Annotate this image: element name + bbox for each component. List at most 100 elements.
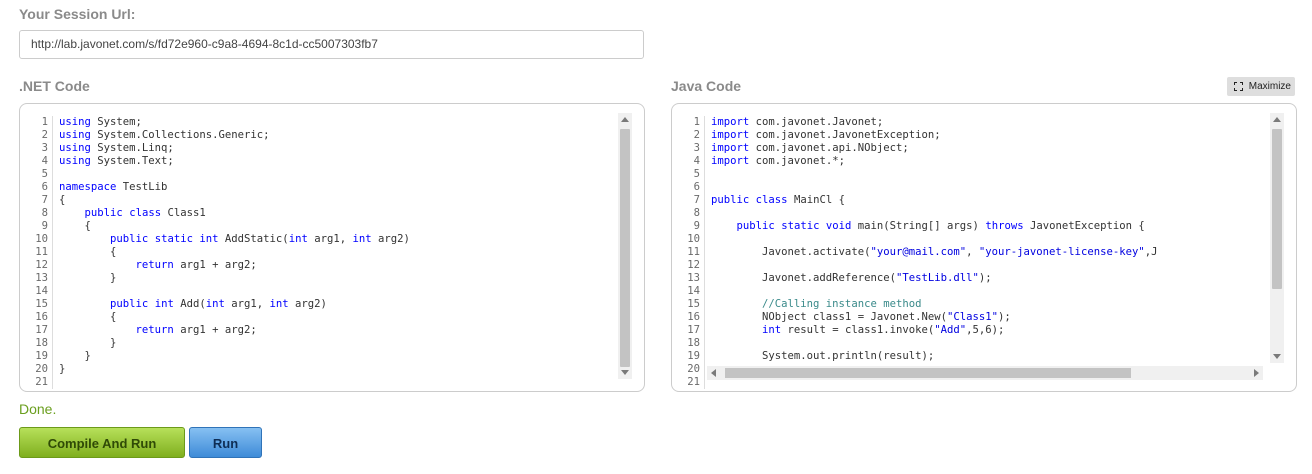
line-number: 17 xyxy=(20,324,53,337)
line-number: 18 xyxy=(672,337,705,350)
code-token: { xyxy=(59,194,66,206)
code-token: "your-javonet-license-key" xyxy=(978,246,1145,258)
scroll-left-icon[interactable] xyxy=(711,369,716,377)
java-vertical-scrollbar[interactable] xyxy=(1270,113,1284,363)
net-code-line: 12 return arg1 + arg2; xyxy=(20,259,410,272)
net-code-line: 2 using System.Collections.Generic; xyxy=(20,129,410,142)
line-number: 9 xyxy=(20,220,53,233)
java-code-editor[interactable]: 1 import com.javonet.Javonet; 2 import com.… xyxy=(671,103,1297,392)
code-token: using xyxy=(59,129,91,141)
net-code-line: 18 } xyxy=(20,337,410,350)
code-token: void xyxy=(825,220,852,232)
java-code-line: 5 xyxy=(672,168,1157,181)
code-token: public xyxy=(110,233,149,245)
net-code-area[interactable]: 1 using System; 2 using System.Collections.… xyxy=(20,116,410,389)
java-code-line: 12 xyxy=(672,259,1157,272)
net-vertical-scrollbar[interactable] xyxy=(618,113,632,379)
line-number: 17 xyxy=(672,324,705,337)
java-code-line: 10 xyxy=(672,233,1157,246)
code-token: com.javonet.*; xyxy=(749,155,845,167)
code-token: Javonet.addReference( xyxy=(711,272,896,284)
code-token: } xyxy=(59,350,91,362)
code-token: int xyxy=(762,324,782,336)
java-code-area[interactable]: 1 import com.javonet.Javonet; 2 import com.… xyxy=(672,116,1157,389)
java-code-line: 7 public class MainCl { xyxy=(672,194,1157,207)
scroll-right-icon[interactable] xyxy=(1254,369,1259,377)
code-token: class xyxy=(755,194,788,206)
java-code-line: 2 import com.javonet.JavonetException; xyxy=(672,129,1157,142)
net-code-line: 19 } xyxy=(20,350,410,363)
code-token: return xyxy=(135,259,174,271)
line-number: 13 xyxy=(672,272,705,285)
line-number: 9 xyxy=(672,220,705,233)
net-scroll-thumb[interactable] xyxy=(620,129,630,367)
session-url-label: Your Session Url: xyxy=(19,6,136,22)
compile-and-run-button[interactable]: Compile And Run xyxy=(19,427,185,458)
code-token: throws xyxy=(985,220,1024,232)
code-token: "TestLib.dll" xyxy=(895,272,979,284)
code-token: //Calling instance method xyxy=(711,298,922,310)
maximize-button[interactable]: Maximize xyxy=(1227,77,1295,96)
code-token: MainCl { xyxy=(787,194,845,206)
code-token: { xyxy=(59,220,91,232)
code-token: ,J xyxy=(1144,246,1158,258)
java-code-line: 18 xyxy=(672,337,1157,350)
java-horizontal-scrollbar[interactable] xyxy=(707,366,1263,380)
net-code-line: 13 } xyxy=(20,272,410,285)
code-token: com.javonet.Javonet; xyxy=(749,116,884,128)
java-code-line: 8 xyxy=(672,207,1157,220)
code-token: import xyxy=(711,142,750,154)
code-token: ); xyxy=(978,272,992,284)
code-token: , xyxy=(966,246,979,258)
line-number: 10 xyxy=(20,233,53,246)
scroll-down-icon[interactable] xyxy=(1273,354,1281,359)
java-code-line: 11 Javonet.activate("your@mail.com", "yo… xyxy=(672,246,1157,259)
java-code-line: 4 import com.javonet.*; xyxy=(672,155,1157,168)
scroll-up-icon[interactable] xyxy=(1273,117,1281,122)
code-token: int xyxy=(205,298,225,310)
scroll-down-icon[interactable] xyxy=(621,370,629,375)
code-token: using xyxy=(59,116,91,128)
line-number: 15 xyxy=(20,298,53,311)
code-token: arg1, xyxy=(307,233,353,245)
java-hscroll-thumb[interactable] xyxy=(725,368,1131,378)
code-token: Add( xyxy=(173,298,206,310)
code-token: static xyxy=(781,220,820,232)
line-number: 8 xyxy=(672,207,705,220)
line-number: 19 xyxy=(672,350,705,363)
java-scroll-thumb[interactable] xyxy=(1272,129,1282,289)
java-code-line: 13 Javonet.addReference("TestLib.dll"); xyxy=(672,272,1157,285)
session-url-field[interactable]: http://lab.javonet.com/s/fd72e960-c9a8-4… xyxy=(19,30,644,59)
net-code-line: 6 namespace TestLib xyxy=(20,181,410,194)
code-token: class xyxy=(129,207,162,219)
line-number: 21 xyxy=(672,376,705,389)
java-code-line: 1 import com.javonet.Javonet; xyxy=(672,116,1157,129)
line-number: 10 xyxy=(672,233,705,246)
code-token: int xyxy=(199,233,219,245)
code-token: com.javonet.api.NObject; xyxy=(749,142,909,154)
line-number: 1 xyxy=(20,116,53,129)
java-code-line: 14 xyxy=(672,285,1157,298)
run-button[interactable]: Run xyxy=(189,427,262,458)
scroll-up-icon[interactable] xyxy=(621,117,629,122)
code-token: AddStatic( xyxy=(218,233,289,245)
code-token: com.javonet.JavonetException; xyxy=(749,129,941,141)
code-token: arg2) xyxy=(371,233,410,245)
code-token: result = class1.invoke( xyxy=(781,324,935,336)
net-code-editor[interactable]: 1 using System; 2 using System.Collections.… xyxy=(19,103,645,392)
code-token: { xyxy=(59,311,117,323)
code-token: arg1, xyxy=(224,298,270,310)
code-token: return xyxy=(135,324,174,336)
java-code-line: 9 public static void main(String[] args)… xyxy=(672,220,1157,233)
line-number: 8 xyxy=(20,207,53,220)
code-token: ,5,6); xyxy=(966,324,1005,336)
java-code-label: Java Code xyxy=(671,78,742,94)
code-token: import xyxy=(711,129,750,141)
code-token: public xyxy=(110,298,149,310)
code-token: "Add" xyxy=(934,324,967,336)
net-code-line: 7{ xyxy=(20,194,410,207)
